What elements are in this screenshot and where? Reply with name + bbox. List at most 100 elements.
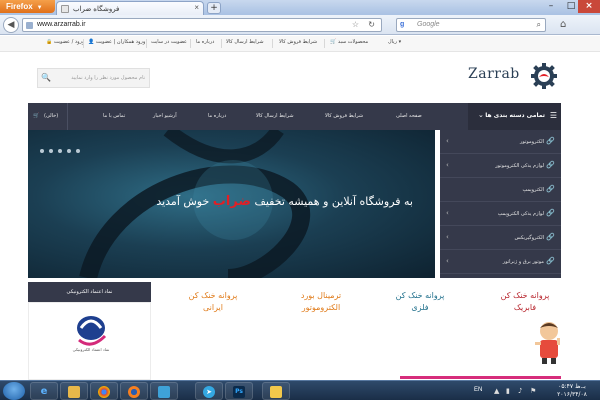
all-categories-toggle[interactable]: ⌄ تمامی دسته بندی ها ☰ bbox=[468, 103, 561, 130]
slider-dot[interactable] bbox=[67, 149, 71, 153]
divider bbox=[324, 39, 325, 48]
topbar-register-link[interactable]: عضویت در سایت bbox=[151, 39, 187, 45]
nav-sales-terms[interactable]: شرایط فروش کالا bbox=[325, 113, 363, 119]
taskbar-network-icon[interactable] bbox=[150, 382, 178, 400]
logo-text: Zarrab bbox=[468, 66, 520, 82]
category-item[interactable]: ‹ الکتروموتور 🔗 bbox=[440, 130, 561, 154]
chevron-left-icon: ‹ bbox=[446, 161, 449, 169]
taskbar-telegram-icon[interactable]: ➤ bbox=[195, 382, 223, 400]
trust-badge-box[interactable]: نماد اعتماد الکترونیکی bbox=[28, 302, 151, 380]
main-nav: 🛒 (خالی) تماس با ما آرشیو اخبار درباره م… bbox=[28, 103, 561, 130]
topbar-partners-link[interactable]: 👤 ورود همکاران | عضویت bbox=[88, 39, 145, 45]
menu-icon: ☰ bbox=[549, 111, 557, 120]
link-icon: 🔗 bbox=[546, 257, 555, 265]
slider-dot[interactable] bbox=[40, 149, 44, 153]
firefox-menu-button[interactable]: Firefox ▼ bbox=[0, 0, 55, 13]
start-button[interactable] bbox=[3, 382, 25, 400]
divider bbox=[190, 39, 191, 48]
slider-dots bbox=[40, 148, 85, 155]
product-card[interactable]: پروانه خنک کن ایرانی bbox=[158, 290, 268, 360]
currency-selector[interactable]: ریال ▾ bbox=[388, 39, 401, 45]
category-item[interactable]: ‹ الکتروگیربکس 🔗 bbox=[440, 226, 561, 250]
slider-tagline: به فروشگاه آنلاین و همیشه تخفیف ضراب خوش… bbox=[156, 194, 413, 209]
taskbar-firefox-icon[interactable] bbox=[120, 382, 148, 400]
back-button[interactable]: ◀ bbox=[3, 17, 19, 33]
nav-shipping[interactable]: شرایط ارسال کالا bbox=[256, 113, 294, 119]
tagline-after: خوش آمدید bbox=[156, 195, 210, 208]
taskbar-folder-icon[interactable] bbox=[262, 382, 290, 400]
taskbar-chrome-icon[interactable] bbox=[90, 382, 118, 400]
product-title-line2: فابریک bbox=[513, 303, 537, 312]
clock-time: بـ.ظ ۰۵:۴۷ bbox=[558, 383, 586, 390]
category-item[interactable]: ‹ لوازم یدکی الکتروموتور 🔗 bbox=[440, 154, 561, 178]
category-label: الکتروگیربکس bbox=[514, 235, 544, 241]
slider-dot[interactable] bbox=[58, 149, 62, 153]
nav-news-archive[interactable]: آرشیو اخبار bbox=[153, 113, 177, 119]
slider-dot[interactable] bbox=[76, 149, 80, 153]
topbar-partners-label: ورود همکاران | عضویت bbox=[95, 39, 146, 45]
divider bbox=[221, 39, 222, 48]
category-item[interactable]: ‹ موتور برق و ژنراتور 🔗 bbox=[440, 250, 561, 274]
hero-slider[interactable]: به فروشگاه آنلاین و همیشه تخفیف ضراب خوش… bbox=[28, 130, 435, 278]
taskbar-explorer-icon[interactable] bbox=[60, 382, 88, 400]
search-icon[interactable]: 🔍 bbox=[41, 73, 51, 82]
product-card[interactable]: پروانه خنک کن فلزی bbox=[365, 290, 475, 360]
nav-home[interactable]: صفحه اصلی bbox=[396, 113, 422, 119]
nav-contact[interactable]: تماس با ما bbox=[103, 113, 125, 119]
browser-tab[interactable]: فروشگاه ضراب × bbox=[56, 1, 204, 15]
topbar-sales-terms-link[interactable]: شرایط فروش کالا bbox=[279, 39, 317, 45]
site-identity-icon[interactable] bbox=[26, 22, 33, 29]
cart-button[interactable]: 🛒 (خالی) bbox=[28, 103, 68, 130]
topbar-login-label: ورود / عضویت bbox=[53, 39, 85, 45]
site-topbar: 🔒 ورود / عضویت 👤 ورود همکاران | عضویت عض… bbox=[0, 36, 600, 52]
volume-icon[interactable]: ♪ bbox=[518, 387, 522, 395]
chevron-left-icon: ‹ bbox=[446, 209, 449, 217]
network-icon[interactable]: ▮ bbox=[506, 387, 510, 395]
new-tab-button[interactable]: + bbox=[207, 2, 221, 14]
search-engine-box[interactable]: g Google ⌕ bbox=[396, 18, 546, 32]
category-label: لوازم یدکی الکتروپمپ bbox=[497, 211, 544, 217]
topbar-about-link[interactable]: درباره ما bbox=[196, 39, 214, 45]
language-indicator[interactable]: EN bbox=[474, 387, 482, 393]
category-item[interactable]: ‹ لوازم یدکی الکتروپمپ 🔗 bbox=[440, 202, 561, 226]
close-window-button[interactable]: × bbox=[578, 0, 600, 13]
product-search-input[interactable]: 🔍 نام محصول مورد نظر را وارد نمایید bbox=[37, 68, 150, 88]
browser-navbar: ◀ www.arzarrab.ir ☆ ↻ g Google ⌕ ⌂ bbox=[0, 15, 600, 35]
minimize-button[interactable]: – bbox=[540, 0, 562, 13]
product-title-line1: پروانه خنک کن bbox=[500, 291, 550, 300]
topbar-cart-link[interactable]: 🛒 محصولات سبد bbox=[330, 39, 368, 45]
site-logo[interactable]: Zarrab bbox=[468, 62, 560, 90]
slider-dot[interactable] bbox=[49, 149, 53, 153]
url-text: www.arzarrab.ir bbox=[37, 21, 86, 28]
chevron-left-icon: ‹ bbox=[446, 137, 449, 145]
bookmark-star-icon[interactable]: ☆ bbox=[352, 20, 359, 29]
chevron-down-icon: ⌄ bbox=[478, 111, 484, 119]
search-placeholder: نام محصول مورد نظر را وارد نمایید bbox=[71, 75, 145, 81]
category-sidebar: ‹ الکتروموتور 🔗 ‹ لوازم یدکی الکتروموتور 🔗 ا… bbox=[440, 130, 561, 278]
close-tab-icon[interactable]: × bbox=[194, 3, 199, 12]
product-title-line2: الکتروموتور bbox=[301, 303, 341, 312]
product-title-line1: پروانه خنک کن bbox=[395, 291, 445, 300]
show-hidden-icons-icon[interactable]: ▲ bbox=[494, 387, 499, 395]
product-card[interactable]: ترمینال بورد الکتروموتور bbox=[266, 290, 376, 360]
topbar-login-link[interactable]: 🔒 ورود / عضویت bbox=[46, 39, 84, 45]
category-item[interactable]: الکتروپمپ 🔗 bbox=[440, 178, 561, 202]
home-icon[interactable]: ⌂ bbox=[560, 19, 566, 30]
nav-about[interactable]: درباره ما bbox=[208, 113, 226, 119]
trust-badge-caption: نماد اعتماد الکترونیکی bbox=[72, 347, 110, 352]
link-icon: 🔗 bbox=[546, 185, 555, 193]
url-bar[interactable]: www.arzarrab.ir ☆ ↻ bbox=[22, 18, 382, 32]
search-icon[interactable]: ⌕ bbox=[537, 20, 541, 30]
cart-icon: 🛒 bbox=[33, 113, 40, 119]
chevron-left-icon: ‹ bbox=[446, 257, 449, 265]
taskbar-photoshop-icon[interactable]: Ps bbox=[225, 382, 253, 400]
chevron-down-icon: ▾ bbox=[398, 39, 402, 45]
flag-icon[interactable]: ⚑ bbox=[530, 387, 536, 395]
system-clock[interactable]: بـ.ظ ۰۵:۴۷ ۲۰۱۶/۳۴/۰۸ bbox=[548, 383, 596, 399]
taskbar-ie-icon[interactable]: e bbox=[30, 382, 58, 400]
reload-icon[interactable]: ↻ bbox=[368, 20, 375, 29]
mascot-icon bbox=[535, 322, 560, 364]
link-icon: 🔗 bbox=[546, 233, 555, 241]
gear-logo-icon bbox=[531, 63, 557, 89]
topbar-shipping-link[interactable]: شرایط ارسال کالا bbox=[226, 39, 264, 45]
